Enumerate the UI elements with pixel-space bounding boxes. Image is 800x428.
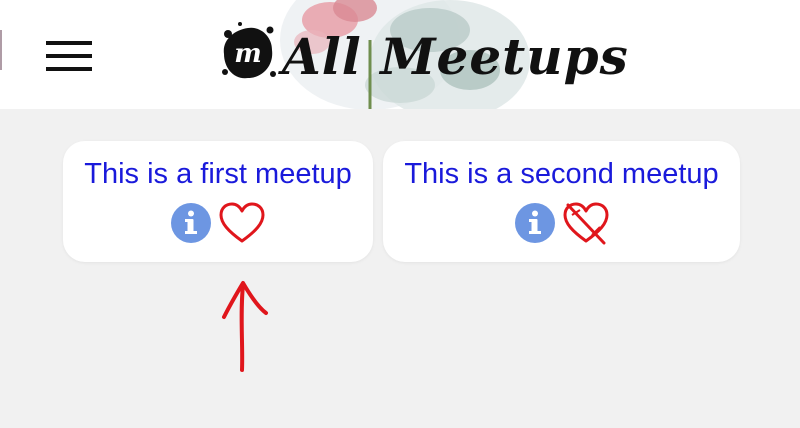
meetup-logo-icon: m (222, 22, 276, 79)
meetup-actions (63, 201, 373, 245)
info-icon[interactable] (170, 202, 212, 244)
brand[interactable]: m All Meetups (218, 22, 628, 102)
menu-line (46, 54, 92, 58)
left-edge-mark (0, 30, 2, 70)
meetup-card[interactable]: This is a first meetup (63, 141, 373, 262)
meetup-card[interactable]: This is a second meetup (383, 141, 740, 262)
hamburger-menu-button[interactable] (44, 37, 94, 75)
meetup-actions (383, 201, 740, 245)
annotation-arrow-icon (222, 281, 268, 372)
app-title: All Meetups (282, 27, 629, 86)
meetup-title: This is a second meetup (404, 158, 719, 190)
meetup-title: This is a first meetup (84, 158, 352, 190)
app-header: m All Meetups (0, 0, 800, 109)
brand-logo-letter: m (234, 39, 262, 69)
heart-outline-icon[interactable] (218, 201, 266, 245)
menu-line (46, 67, 92, 71)
menu-line (46, 41, 92, 45)
info-icon[interactable] (514, 202, 556, 244)
heart-crossed-icon[interactable] (562, 201, 610, 245)
